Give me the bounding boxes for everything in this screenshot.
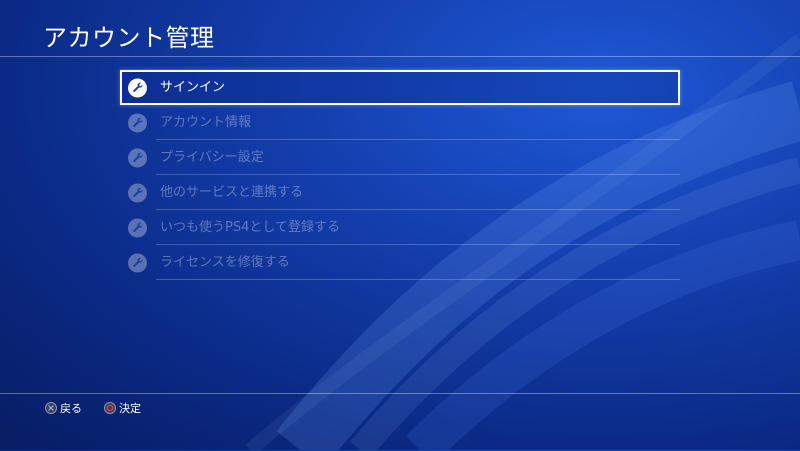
menu-item-sign-in[interactable]: サインイン xyxy=(120,70,680,105)
confirm-label: 決定 xyxy=(119,402,141,415)
menu-item-account-info[interactable]: アカウント情報 xyxy=(120,105,680,140)
wrench-icon xyxy=(128,183,147,202)
menu-divider xyxy=(156,279,680,280)
menu-item-label: いつも使うPS4として登録する xyxy=(160,220,340,235)
menu-item-label: 他のサービスと連携する xyxy=(160,185,304,200)
footer-bar: 戻る 決定 xyxy=(0,393,800,451)
menu-item-restore-licenses[interactable]: ライセンスを修復する xyxy=(120,245,680,280)
back-hint[interactable]: 戻る xyxy=(45,400,82,416)
menu-item-label: アカウント情報 xyxy=(160,115,252,130)
menu-item-label: サインイン xyxy=(160,80,226,95)
circle-button-icon xyxy=(104,402,116,414)
menu-item-link-services[interactable]: 他のサービスと連携する xyxy=(120,175,680,210)
wrench-icon xyxy=(128,218,147,237)
cross-button-icon xyxy=(45,402,57,414)
menu-item-label: ライセンスを修復する xyxy=(160,255,290,270)
menu-item-primary-ps4[interactable]: いつも使うPS4として登録する xyxy=(120,210,680,245)
wrench-icon xyxy=(128,78,147,97)
account-menu: サインイン アカウント情報 プライバシー設定 他のサービスと連携する いつも使う… xyxy=(120,70,680,280)
wrench-icon xyxy=(128,148,147,167)
page-title: アカウント管理 xyxy=(43,24,215,52)
wrench-icon xyxy=(128,113,147,132)
confirm-hint[interactable]: 決定 xyxy=(104,400,141,416)
back-label: 戻る xyxy=(60,402,82,415)
menu-item-label: プライバシー設定 xyxy=(160,150,264,165)
header-bar: アカウント管理 xyxy=(0,0,800,57)
wrench-icon xyxy=(128,253,147,272)
menu-item-privacy-settings[interactable]: プライバシー設定 xyxy=(120,140,680,175)
